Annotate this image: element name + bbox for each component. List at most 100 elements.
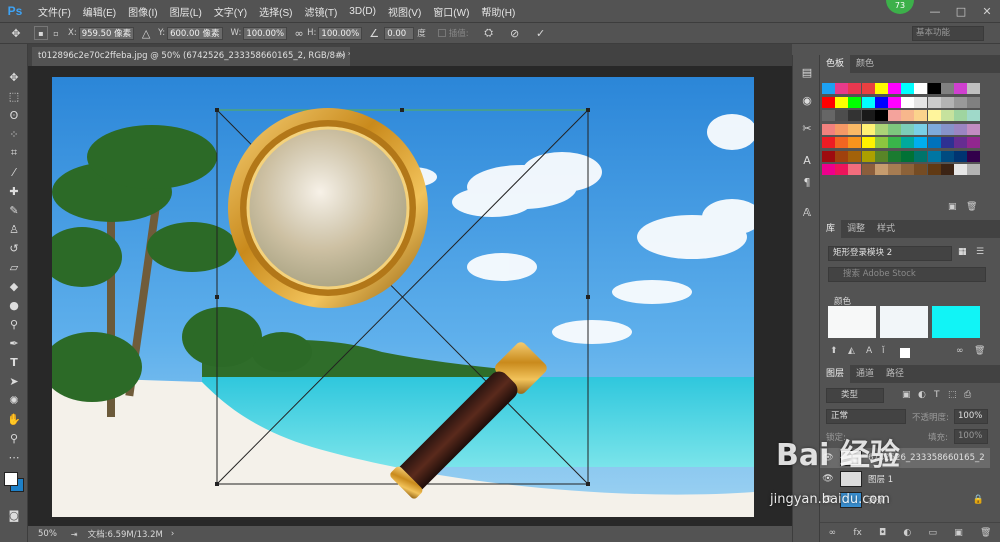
- color-swatch[interactable]: [914, 96, 928, 108]
- filter-pixel-icon[interactable]: ▣: [902, 390, 911, 400]
- reference-toggle-icon[interactable]: ▫: [48, 25, 64, 41]
- cancel-transform-icon[interactable]: ⊘: [507, 25, 523, 41]
- color-swatch[interactable]: [848, 123, 862, 135]
- color-swatch[interactable]: [861, 110, 875, 121]
- filter-shape-icon[interactable]: ⬚: [948, 390, 957, 400]
- color-swatch[interactable]: [822, 164, 835, 175]
- color-swatch[interactable]: [927, 150, 941, 162]
- paint-bucket-tool-icon[interactable]: ◆: [4, 277, 24, 295]
- menu-type[interactable]: 文字(Y): [208, 4, 253, 19]
- status-export-icon[interactable]: ⇥: [71, 530, 78, 539]
- color-swatch[interactable]: [954, 83, 967, 94]
- color-swatch[interactable]: [940, 137, 954, 148]
- color-swatch[interactable]: [914, 137, 928, 148]
- color-swatch[interactable]: [861, 137, 875, 148]
- pen-tool-icon[interactable]: ✒: [4, 334, 24, 352]
- color-swatch[interactable]: [967, 123, 981, 135]
- menu-layer[interactable]: 图层(L): [164, 4, 208, 19]
- color-swatch[interactable]: [848, 96, 862, 108]
- reference-point-icon[interactable]: ▪: [34, 26, 48, 40]
- menu-select[interactable]: 选择(S): [253, 4, 298, 19]
- link-layers-icon[interactable]: ∞: [829, 528, 837, 538]
- restore-button[interactable]: □: [948, 5, 974, 18]
- layer-style-icon[interactable]: fx: [853, 528, 862, 538]
- color-swatch[interactable]: [914, 110, 928, 121]
- paths-panel-icon[interactable]: ✂: [798, 119, 816, 137]
- history-brush-tool-icon[interactable]: ↺: [4, 239, 24, 257]
- minimize-button[interactable]: —: [922, 5, 948, 18]
- color-swatch[interactable]: [835, 164, 849, 175]
- library-select[interactable]: 矩形登录模块 2: [828, 246, 952, 261]
- glyphs-panel-icon[interactable]: 𝔸: [798, 203, 816, 221]
- color-swatch[interactable]: [967, 137, 981, 148]
- menu-3d[interactable]: 3D(D): [343, 6, 382, 17]
- color-swatch[interactable]: [888, 150, 901, 162]
- lasso-tool-icon[interactable]: ʘ: [4, 106, 24, 124]
- menu-image[interactable]: 图像(I): [122, 4, 163, 19]
- paragraph-panel-icon[interactable]: ¶: [798, 173, 816, 191]
- workspace-select[interactable]: 基本功能: [912, 26, 984, 41]
- delete-library-icon[interactable]: 🗑: [974, 346, 985, 356]
- stamp-tool-icon[interactable]: ♙: [4, 220, 24, 238]
- tab-close-icon[interactable]: ×: [339, 47, 346, 66]
- width-field[interactable]: 100.00%: [243, 26, 288, 40]
- menu-view[interactable]: 视图(V): [382, 4, 427, 19]
- marquee-tool-icon[interactable]: ⬚: [4, 87, 24, 105]
- close-button[interactable]: ✕: [974, 5, 1000, 18]
- status-menu-icon[interactable]: ›: [171, 529, 174, 539]
- color-swatch[interactable]: [940, 123, 954, 135]
- document-info[interactable]: 文档:6.59M/13.2M: [88, 528, 163, 540]
- color-swatch[interactable]: [954, 150, 967, 162]
- color-swatch[interactable]: [901, 137, 915, 148]
- tab-channels[interactable]: 通道: [850, 365, 880, 383]
- filter-adjust-icon[interactable]: ◐: [918, 390, 926, 400]
- color-swatch[interactable]: [888, 110, 901, 121]
- color-swatch[interactable]: [901, 83, 915, 94]
- hand-tool-icon[interactable]: ✋: [4, 410, 24, 428]
- color-swatch[interactable]: [888, 96, 901, 108]
- add-character-style-icon[interactable]: A: [866, 346, 872, 356]
- tab-styles[interactable]: 样式: [871, 220, 901, 238]
- eyedropper-tool-icon[interactable]: ⁄: [4, 163, 24, 181]
- dodge-tool-icon[interactable]: ⚲: [4, 315, 24, 333]
- type-tool-icon[interactable]: T: [4, 353, 24, 371]
- color-swatch[interactable]: [835, 150, 849, 162]
- add-graphic-icon[interactable]: ◭: [848, 346, 855, 356]
- tab-color[interactable]: 颜色: [850, 55, 880, 73]
- color-swatch[interactable]: [861, 96, 875, 108]
- shape-tool-icon[interactable]: ✺: [4, 391, 24, 409]
- document-canvas[interactable]: [52, 77, 754, 517]
- new-layer-icon[interactable]: ▣: [954, 528, 963, 538]
- angle-field[interactable]: 0.00: [384, 26, 415, 40]
- color-swatch[interactable]: [861, 150, 875, 162]
- color-swatch[interactable]: [835, 123, 849, 135]
- color-swatch[interactable]: [967, 150, 981, 162]
- notification-badge[interactable]: 73: [886, 0, 914, 14]
- color-swatch[interactable]: [940, 96, 954, 108]
- blur-tool-icon[interactable]: ●: [4, 296, 24, 314]
- new-group-icon[interactable]: ▭: [928, 528, 937, 538]
- stock-search-input[interactable]: 搜索 Adobe Stock: [828, 267, 986, 282]
- color-swatch[interactable]: [848, 83, 862, 94]
- color-swatch[interactable]: [888, 123, 901, 135]
- color-swatch[interactable]: [954, 137, 967, 148]
- tab-libraries[interactable]: 库: [820, 220, 842, 238]
- visibility-eye-icon[interactable]: 👁: [820, 474, 836, 484]
- color-swatch[interactable]: [861, 164, 875, 175]
- color-swatch[interactable]: [954, 164, 967, 175]
- library-color-swatch-2[interactable]: [880, 306, 928, 338]
- color-swatch[interactable]: [861, 123, 875, 135]
- list-view-icon[interactable]: ☰: [976, 247, 984, 257]
- color-swatch[interactable]: [888, 83, 901, 94]
- color-swatch[interactable]: [848, 110, 862, 121]
- fill-field[interactable]: 100%: [954, 429, 988, 444]
- color-swatch[interactable]: [914, 123, 928, 135]
- crop-tool-icon[interactable]: ⌗: [4, 144, 24, 162]
- cc-icon[interactable]: ∞: [956, 346, 964, 356]
- color-swatch[interactable]: [901, 164, 915, 175]
- color-swatch[interactable]: [888, 164, 901, 175]
- y-field[interactable]: 600.00 像素: [167, 26, 223, 40]
- color-swatch[interactable]: [822, 96, 835, 108]
- color-swatch[interactable]: [927, 96, 941, 108]
- color-swatch[interactable]: [874, 110, 888, 121]
